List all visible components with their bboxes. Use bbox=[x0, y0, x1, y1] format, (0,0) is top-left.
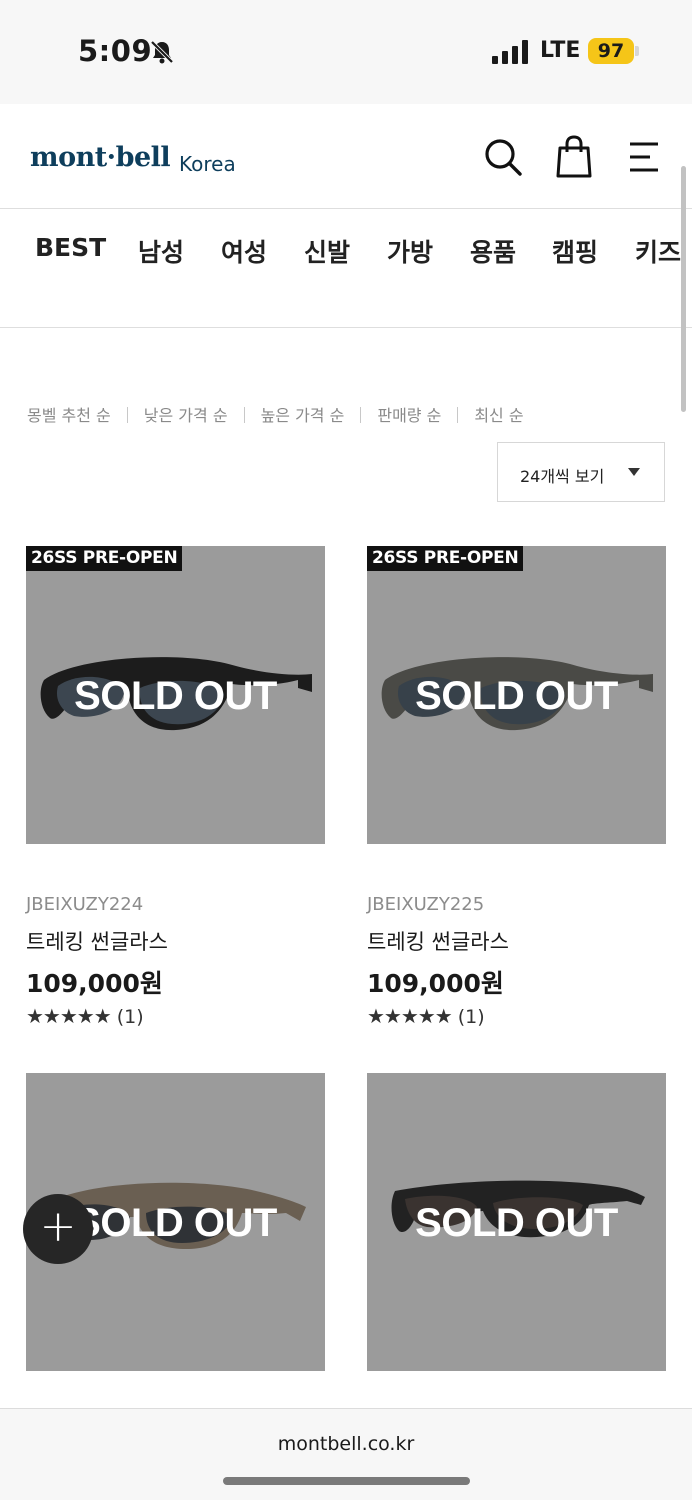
category-kids[interactable]: 키즈 bbox=[635, 233, 681, 269]
sort-sales[interactable]: 판매량 순 bbox=[377, 402, 441, 426]
star-rating-icon: ★★★★★ bbox=[26, 1004, 112, 1028]
category-camping[interactable]: 캠핑 bbox=[552, 233, 598, 269]
product-name[interactable]: 트레킹 썬글라스 bbox=[367, 926, 509, 956]
status-bar: 5:09 LTE 97 bbox=[0, 0, 692, 104]
sold-out-overlay: SOLD OUT bbox=[415, 674, 618, 718]
bell-slash-icon bbox=[150, 40, 174, 64]
sold-out-overlay: SOLD OUT bbox=[74, 674, 277, 718]
category-gear[interactable]: 용품 bbox=[470, 233, 516, 269]
items-per-page-select[interactable]: 24개씩 보기 bbox=[497, 442, 665, 502]
sort-divider bbox=[126, 407, 128, 423]
product-image[interactable]: SOLD OUT bbox=[367, 1073, 666, 1371]
url-text[interactable]: montbell.co.kr bbox=[0, 1433, 692, 1455]
battery-tip bbox=[635, 46, 639, 56]
category-best[interactable]: BEST bbox=[35, 233, 106, 262]
chevron-down-icon bbox=[628, 468, 640, 476]
sort-divider bbox=[457, 407, 459, 423]
sort-divider bbox=[243, 407, 245, 423]
brand-logo[interactable]: mont·bell bbox=[30, 142, 171, 173]
category-shoes[interactable]: 신발 bbox=[304, 233, 350, 269]
status-time: 5:09 bbox=[78, 34, 153, 68]
category-women[interactable]: 여성 bbox=[221, 233, 267, 269]
network-label: LTE bbox=[540, 38, 581, 63]
battery-level: 97 bbox=[588, 38, 634, 64]
preopen-badge: 26SS PRE-OPEN bbox=[26, 546, 183, 571]
product-code: JBEIXUZY225 bbox=[367, 894, 485, 915]
product-name[interactable]: 트레킹 썬글라스 bbox=[26, 926, 168, 956]
scrollbar[interactable] bbox=[681, 166, 686, 412]
sort-recommended[interactable]: 몽벨 추천 순 bbox=[27, 402, 111, 426]
preopen-badge: 26SS PRE-OPEN bbox=[367, 546, 524, 571]
product-rating: ★★★★★ (1) bbox=[367, 1004, 485, 1028]
product-price: 109,000원 bbox=[26, 969, 163, 998]
product-image[interactable]: 26SS PRE-OPEN SOLD OUT bbox=[367, 546, 666, 844]
plus-icon[interactable]: + bbox=[23, 1194, 93, 1264]
sort-options: 몽벨 추천 순 낮은 가격 순 높은 가격 순 판매량 순 최신 순 bbox=[27, 402, 524, 426]
sort-divider bbox=[360, 407, 362, 423]
product-image[interactable]: 26SS PRE-OPEN SOLD OUT bbox=[26, 546, 325, 844]
signal-icon bbox=[492, 40, 528, 64]
menu-icon[interactable] bbox=[624, 138, 662, 176]
review-count: (1) bbox=[457, 1006, 485, 1028]
home-indicator[interactable] bbox=[223, 1477, 470, 1485]
product-rating: ★★★★★ (1) bbox=[26, 1004, 144, 1028]
sort-price-high[interactable]: 높은 가격 순 bbox=[261, 402, 345, 426]
site-header: mont·bell Korea bbox=[0, 104, 692, 209]
sort-price-low[interactable]: 낮은 가격 순 bbox=[144, 402, 228, 426]
product-price: 109,000원 bbox=[367, 969, 504, 998]
sold-out-overlay: SOLD OUT bbox=[415, 1201, 618, 1245]
search-icon[interactable] bbox=[482, 136, 524, 178]
review-count: (1) bbox=[116, 1006, 144, 1028]
category-nav: BEST 남성 여성 신발 가방 용품 캠핑 키즈 bbox=[0, 209, 692, 328]
category-men[interactable]: 남성 bbox=[138, 233, 184, 269]
category-bags[interactable]: 가방 bbox=[387, 233, 433, 269]
brand-logo-sub: Korea bbox=[179, 152, 236, 176]
product-code: JBEIXUZY224 bbox=[26, 894, 144, 915]
sort-newest[interactable]: 최신 순 bbox=[474, 402, 523, 426]
star-rating-icon: ★★★★★ bbox=[367, 1004, 453, 1028]
shopping-bag-icon[interactable] bbox=[554, 134, 594, 180]
browser-address-bar[interactable]: montbell.co.kr bbox=[0, 1408, 692, 1500]
items-per-page-label: 24개씩 보기 bbox=[520, 467, 605, 486]
